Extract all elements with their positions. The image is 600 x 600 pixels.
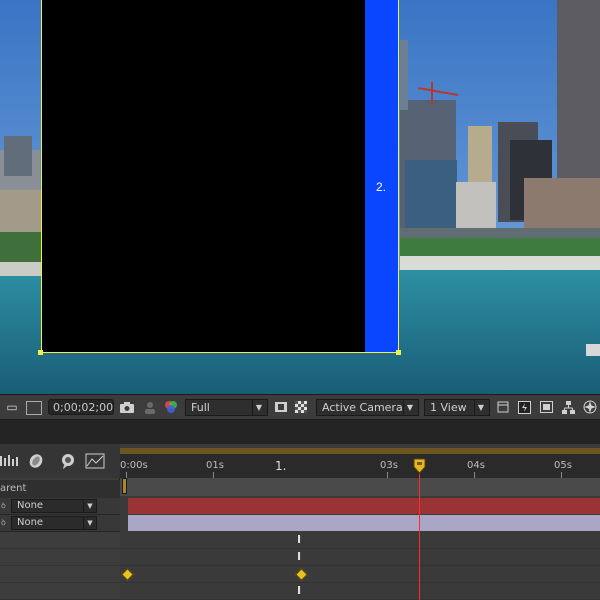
blue-solid-layer[interactable] [365,0,399,353]
pickwhip-icon[interactable]: ꝺ [1,517,6,528]
graph-editor-icon[interactable] [0,452,20,470]
parent-dropdown[interactable]: None ▼ [11,499,97,513]
viewer-toolbar: ▭ 0;00;02;00 Full ▼ Active Camera ▼ 1 Vi… [0,394,600,420]
work-area-start-handle[interactable] [122,478,127,494]
property-row[interactable] [0,549,120,566]
camera-view-value: Active Camera [322,401,403,414]
chevron-down-icon: ▼ [474,400,487,415]
ruler-label: 0:00s [120,460,148,471]
composition-viewer[interactable]: 2. [0,0,600,394]
black-solid-layer[interactable] [41,0,365,353]
current-time-field[interactable]: 0;00;02;00 [48,399,114,415]
chevron-down-icon: ▼ [83,500,96,512]
layer-row[interactable]: ꝺ None ▼ [0,498,120,515]
composition-marker[interactable]: 1. [275,459,286,473]
flowchart-icon[interactable] [560,400,576,414]
layer-duration-bar[interactable] [128,515,600,531]
timeline-panel: arent ꝺ None ▼ ꝺ None ▼ 0:00s 01s 03s 04… [0,444,600,600]
hold-keyframe-icon[interactable]: I [297,550,301,563]
toggle-pixel-aspect-icon[interactable] [495,400,511,414]
panel-divider [0,420,600,444]
ruler-label: 05s [554,460,572,471]
draft-3d-icon[interactable] [58,452,78,470]
timeline-tools [0,444,120,478]
motion-blur-icon[interactable] [26,452,46,470]
camera-view-dropdown[interactable]: Active Camera ▼ [316,399,419,416]
keyframe-row: I [120,583,600,600]
current-time-indicator[interactable] [419,474,420,600]
chevron-down-icon: ▼ [83,517,96,529]
chevron-down-icon: ▼ [403,400,416,415]
time-navigator[interactable] [120,478,600,496]
layer-list: arent ꝺ None ▼ ꝺ None ▼ [0,444,120,600]
layer-row[interactable]: ꝺ None ▼ [0,515,120,532]
keyframe-row: I [120,532,600,549]
time-ruler[interactable]: 0:00s 01s 03s 04s 05s 1. [120,454,600,478]
ruler-label: 04s [467,460,485,471]
resolution-value: Full [191,401,210,414]
hold-keyframe-icon[interactable]: I [297,584,301,597]
snapshot-icon[interactable] [119,400,135,414]
ruler-label: 03s [380,460,398,471]
parent-value: None [17,500,44,511]
view-layout-value: 1 View [430,401,467,414]
keyframe-row [120,566,600,583]
property-row[interactable] [0,583,120,600]
show-snapshot-icon[interactable] [142,400,158,414]
checkerboard-icon[interactable] [293,400,309,414]
color-channel-icon[interactable] [163,400,179,414]
chart-graph-icon[interactable] [85,452,105,470]
transform-handle-bottom-left[interactable] [38,350,43,355]
toggle-transparency-grid-icon[interactable] [26,401,42,415]
hold-keyframe-icon[interactable]: I [297,533,301,546]
transform-handle-bottom-right[interactable] [396,350,401,355]
mask-visibility-icon[interactable] [273,400,289,414]
resolution-dropdown[interactable]: Full ▼ [185,399,268,416]
property-row[interactable] [0,566,120,583]
fast-preview-icon[interactable] [516,400,532,414]
timeline-panel-icon[interactable] [538,400,554,414]
pickwhip-icon[interactable]: ꝺ [1,500,6,511]
playhead-handle-icon[interactable] [413,458,426,474]
keyframe-row: I [120,549,600,566]
parent-value: None [17,517,44,528]
view-layout-dropdown[interactable]: 1 View ▼ [424,399,490,416]
layer-duration-bar[interactable] [128,498,600,514]
chevron-down-icon: ▼ [252,400,265,415]
reset-exposure-icon[interactable] [582,400,598,414]
parent-column-header: arent [0,480,120,498]
keyframe-diamond-icon[interactable] [295,568,308,581]
region-of-interest-icon[interactable]: ▭ [4,400,20,414]
ruler-label: 01s [206,460,224,471]
parent-column-label: arent [0,483,27,494]
parent-dropdown[interactable]: None ▼ [11,516,97,530]
timeline-graph-area[interactable]: 0:00s 01s 03s 04s 05s 1. I I I [120,444,600,600]
keyframe-diamond-icon[interactable] [121,568,134,581]
layer-number-label: 2. [376,180,387,194]
property-row[interactable] [0,532,120,549]
